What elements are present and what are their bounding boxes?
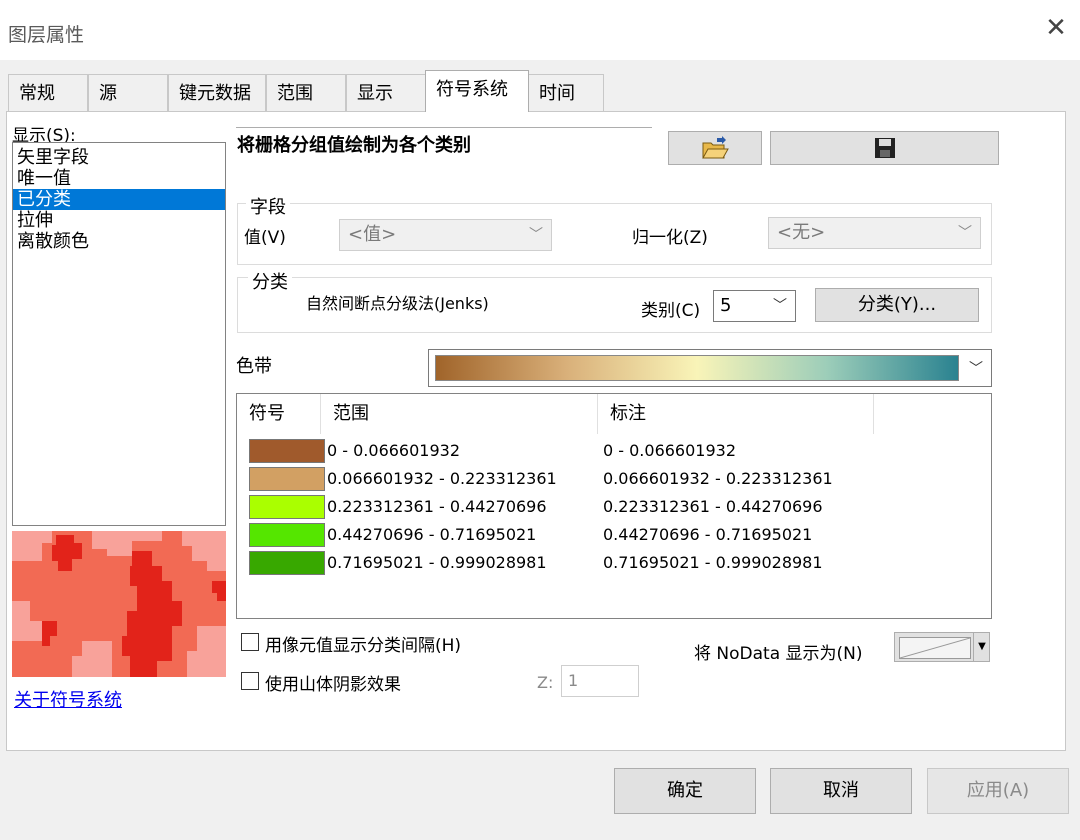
ok-button[interactable]: 确定	[614, 768, 756, 814]
symbology-preview-image	[12, 531, 226, 677]
value-label: 值(V)	[244, 228, 286, 248]
window-title: 图层属性	[8, 24, 85, 46]
heading-line	[236, 127, 652, 128]
tab-extent[interactable]: 范围	[266, 74, 346, 111]
class-range-cell[interactable]: 0.223312361 - 0.44270696	[327, 493, 547, 521]
classify-group-title: 分类	[248, 268, 292, 294]
chevron-down-icon: ﹀	[969, 361, 983, 377]
list-item[interactable]: 拉伸	[13, 210, 225, 231]
chevron-down-icon: ﹀	[773, 298, 787, 314]
class-label-cell[interactable]: 0.066601932 - 0.223312361	[603, 465, 833, 493]
title-bar: 图层属性 ✕	[0, 0, 1080, 60]
hillshade-label: 使用山体阴影效果	[265, 675, 401, 695]
z-factor-input[interactable]: 1	[561, 665, 639, 697]
class-range-cell[interactable]: 0.44270696 - 0.71695021	[327, 521, 536, 549]
show-interval-checkbox[interactable]	[241, 633, 259, 651]
class-label-cell[interactable]: 0 - 0.066601932	[603, 437, 736, 465]
column-header-label[interactable]: 标注	[598, 394, 874, 434]
class-range-cell[interactable]: 0.066601932 - 0.223312361	[327, 465, 557, 493]
list-item[interactable]: 矢里字段	[13, 147, 225, 168]
save-button[interactable]	[770, 131, 999, 165]
class-symbol-swatch[interactable]	[249, 523, 325, 547]
tab-source[interactable]: 源	[88, 74, 168, 111]
classification-method: 自然间断点分级法(Jenks)	[306, 294, 489, 313]
apply-button[interactable]: 应用(A)	[927, 768, 1069, 814]
open-button[interactable]	[668, 131, 762, 165]
tab-general[interactable]: 常规	[8, 74, 88, 111]
cancel-button[interactable]: 取消	[770, 768, 912, 814]
list-item-selected[interactable]: 已分类	[13, 189, 225, 210]
value-dropdown[interactable]: <值> ﹀	[339, 219, 552, 251]
class-range-cell[interactable]: 0 - 0.066601932	[327, 437, 460, 465]
table-row[interactable]: 0.066601932 - 0.223312361 0.066601932 - 0…	[237, 465, 993, 493]
color-ramp-swatch	[435, 355, 959, 381]
classes-table[interactable]: 符号 范围 标注 0 - 0.066601932 0 - 0.066601932 0…	[236, 393, 992, 619]
table-row[interactable]: 0 - 0.066601932 0 - 0.066601932	[237, 437, 993, 465]
classes-dropdown[interactable]: 5 ﹀	[713, 290, 796, 322]
list-item[interactable]: 离散颜色	[13, 231, 225, 252]
close-icon[interactable]: ✕	[1044, 15, 1068, 41]
z-label: Z:	[537, 673, 554, 692]
table-row[interactable]: 0.71695021 - 0.999028981 0.71695021 - 0.9…	[237, 549, 993, 577]
table-row[interactable]: 0.223312361 - 0.44270696 0.223312361 - 0.…	[237, 493, 993, 521]
tab-time[interactable]: 时间	[528, 74, 604, 111]
color-ramp-dropdown[interactable]: ﹀	[428, 349, 992, 387]
dropdown-arrow-icon: ▼	[973, 633, 990, 661]
class-range-cell[interactable]: 0.71695021 - 0.999028981	[327, 549, 547, 577]
class-symbol-swatch[interactable]	[249, 439, 325, 463]
floppy-disk-icon	[874, 138, 895, 158]
class-symbol-swatch[interactable]	[249, 551, 325, 575]
hillshade-checkbox[interactable]	[241, 672, 259, 690]
tab-key-metadata[interactable]: 键元数据	[168, 74, 266, 111]
nodata-label: 将 NoData 显示为(N)	[694, 644, 863, 664]
table-row[interactable]: 0.44270696 - 0.71695021 0.44270696 - 0.71…	[237, 521, 993, 549]
tab-display[interactable]: 显示	[346, 74, 426, 111]
normalize-label: 归一化(Z)	[632, 228, 708, 248]
list-item[interactable]: 唯一值	[13, 168, 225, 189]
renderer-list[interactable]: 矢里字段 唯一值 已分类 拉伸 离散颜色	[12, 142, 226, 526]
chevron-down-icon: ﹀	[958, 225, 972, 241]
chevron-down-icon: ﹀	[529, 227, 543, 243]
nodata-color-picker[interactable]: ▼	[894, 632, 990, 662]
nodata-swatch	[899, 637, 971, 659]
folder-open-icon	[702, 136, 729, 159]
about-symbology-link[interactable]: 关于符号系统	[14, 686, 122, 712]
classes-value: 5	[720, 295, 732, 316]
no-color-icon	[899, 637, 971, 659]
class-label-cell[interactable]: 0.71695021 - 0.999028981	[603, 549, 823, 577]
column-header-range[interactable]: 范围	[321, 394, 598, 434]
classify-button[interactable]: 分类(Y)...	[815, 288, 979, 322]
class-symbol-swatch[interactable]	[249, 495, 325, 519]
field-group-title: 字段	[246, 193, 290, 219]
column-header-symbol[interactable]: 符号	[237, 394, 321, 434]
class-label-cell[interactable]: 0.223312361 - 0.44270696	[603, 493, 823, 521]
class-label-cell[interactable]: 0.44270696 - 0.71695021	[603, 521, 812, 549]
color-ramp-label: 色带	[236, 356, 272, 377]
normalize-dropdown[interactable]: <无> ﹀	[768, 217, 981, 249]
renderer-heading: 将栅格分组值绘制为各个类别	[237, 135, 471, 156]
tab-symbology[interactable]: 符号系统	[425, 70, 529, 112]
normalize-selected: <无>	[777, 222, 826, 243]
value-selected: <值>	[348, 224, 397, 245]
class-symbol-swatch[interactable]	[249, 467, 325, 491]
tab-bar: 常规 源 键元数据 范围 显示 符号系统 时间	[8, 70, 608, 112]
show-interval-label: 用像元值显示分类间隔(H)	[265, 636, 462, 656]
classes-label: 类别(C)	[641, 301, 701, 321]
